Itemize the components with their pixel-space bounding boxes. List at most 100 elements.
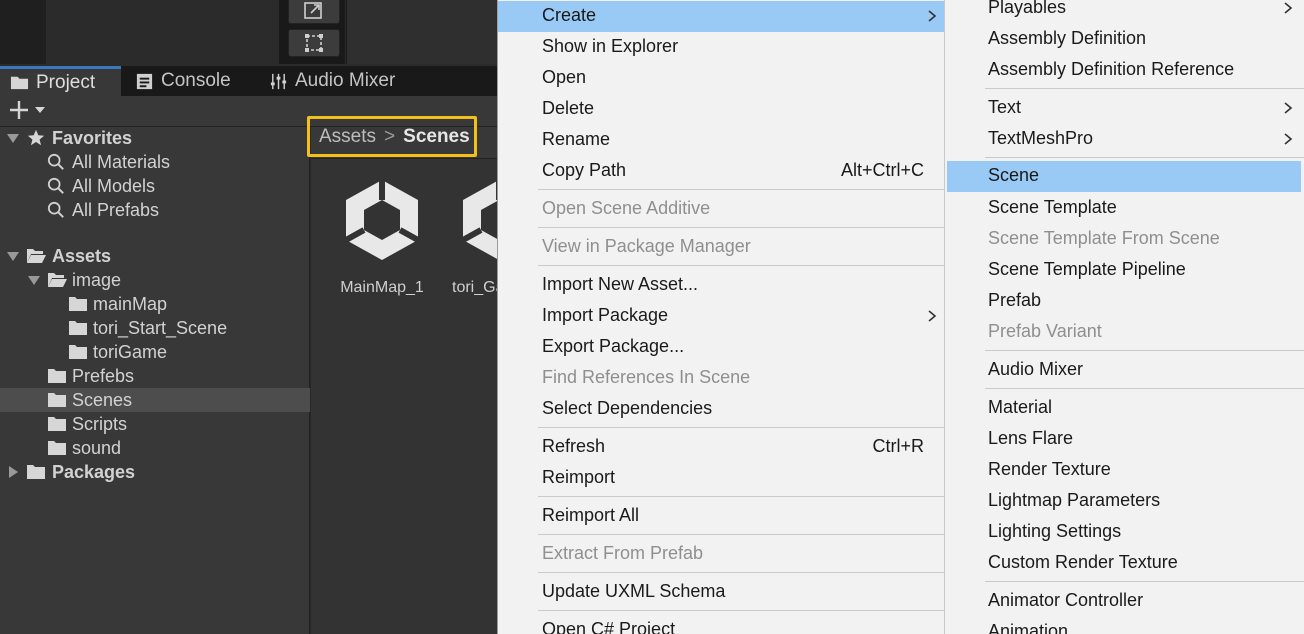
- menu-item-import-package[interactable]: Import Package: [498, 301, 944, 332]
- menu-item-label: Material: [988, 397, 1053, 417]
- scene-view-viewport: [346, 0, 497, 64]
- submenu-item-scene-template[interactable]: Scene Template: [945, 193, 1304, 224]
- open-folder-icon: [48, 273, 67, 287]
- menu-item-create[interactable]: Create: [498, 1, 944, 32]
- asset-tile[interactable]: MainMap_1: [332, 178, 432, 297]
- asset-tile[interactable]: tori_Ga: [443, 178, 497, 297]
- menu-item-import-new-asset[interactable]: Import New Asset...: [498, 270, 944, 301]
- submenu-item-playables[interactable]: Playables: [945, 0, 1304, 24]
- submenu-item-material[interactable]: Material: [945, 393, 1304, 424]
- menu-item-label: Assembly Definition: [988, 28, 1147, 48]
- scene-view-left-panel: [0, 0, 46, 64]
- submenu-item-animator-controller[interactable]: Animator Controller: [945, 586, 1304, 617]
- menu-separator: [538, 572, 944, 573]
- submenu-item-textmeshpro[interactable]: TextMeshPro: [945, 124, 1304, 155]
- context-menu: Create Show in Explorer Open Delete Rena…: [497, 0, 944, 634]
- tree-item-label: toriGame: [93, 341, 168, 362]
- menu-item-open-csharp-project[interactable]: Open C# Project: [498, 615, 944, 634]
- submenu-item-animation[interactable]: Animation: [945, 617, 1304, 634]
- submenu-item-assembly-definition-reference[interactable]: Assembly Definition Reference: [945, 55, 1304, 86]
- tree-item-favorites[interactable]: Favorites: [0, 126, 310, 150]
- menu-item-reimport-all[interactable]: Reimport All: [498, 501, 944, 532]
- transform-tool-button[interactable]: [288, 29, 340, 57]
- menu-separator: [985, 388, 1304, 389]
- tree-item-sound[interactable]: sound: [0, 436, 310, 460]
- menu-separator: [985, 581, 1304, 582]
- menu-separator: [538, 265, 944, 266]
- menu-item-export-package[interactable]: Export Package...: [498, 332, 944, 363]
- folder-icon: [48, 369, 66, 383]
- menu-separator: [538, 189, 944, 190]
- tree-item-label: All Materials: [72, 151, 171, 172]
- tree-item-assets[interactable]: Assets: [0, 244, 310, 268]
- folder-icon: [27, 465, 45, 479]
- chevron-right-icon: [1284, 2, 1293, 14]
- breadcrumb-current[interactable]: Scenes: [403, 126, 470, 148]
- submenu-item-audio-mixer[interactable]: Audio Mixer: [945, 355, 1304, 386]
- menu-item-open-scene-additive: Open Scene Additive: [498, 194, 944, 225]
- tree-item-all-materials[interactable]: All Materials: [0, 150, 310, 174]
- collapse-arrow-icon[interactable]: [6, 465, 20, 479]
- menu-separator: [538, 227, 944, 228]
- submenu-item-assembly-definition[interactable]: Assembly Definition: [945, 24, 1304, 55]
- menu-item-select-dependencies[interactable]: Select Dependencies: [498, 394, 944, 425]
- breadcrumb-root[interactable]: Assets: [319, 126, 376, 148]
- tree-item-image[interactable]: image: [0, 268, 310, 292]
- menu-item-reimport[interactable]: Reimport: [498, 463, 944, 494]
- tab-audio-mixer[interactable]: Audio Mixer: [269, 66, 395, 96]
- tab-console-label: Console: [161, 70, 231, 91]
- add-asset-button[interactable]: [8, 99, 46, 121]
- tree-item-label: Scenes: [72, 389, 133, 410]
- menu-item-label: Scene Template: [988, 197, 1117, 217]
- rect-tool-button[interactable]: [288, 0, 340, 24]
- tree-item-label: image: [72, 269, 122, 290]
- menu-item-label: Text: [988, 97, 1022, 117]
- menu-item-delete[interactable]: Delete: [498, 94, 944, 125]
- submenu-item-custom-render-texture[interactable]: Custom Render Texture: [945, 548, 1304, 579]
- breadcrumb-separator: >: [384, 125, 396, 147]
- menu-item-shortcut: Alt+Ctrl+C: [840, 160, 924, 180]
- folder-icon: [48, 441, 66, 455]
- tab-console[interactable]: Console: [135, 66, 231, 96]
- menu-item-show-in-explorer[interactable]: Show in Explorer: [498, 32, 944, 63]
- tree-item-torigame[interactable]: toriGame: [0, 340, 310, 364]
- tree-item-scripts[interactable]: Scripts: [0, 412, 310, 436]
- menu-item-rename[interactable]: Rename: [498, 125, 944, 156]
- menu-item-open[interactable]: Open: [498, 63, 944, 94]
- submenu-item-lens-flare[interactable]: Lens Flare: [945, 424, 1304, 455]
- tree-item-label: Prefebs: [72, 365, 135, 386]
- tree-item-tori-start-scene[interactable]: tori_Start_Scene: [0, 316, 310, 340]
- submenu-item-lighting-settings[interactable]: Lighting Settings: [945, 517, 1304, 548]
- menu-item-label: Open C# Project: [542, 619, 676, 634]
- submenu-item-render-texture[interactable]: Render Texture: [945, 455, 1304, 486]
- expand-arrow-icon[interactable]: [6, 249, 20, 263]
- submenu-item-scene-template-pipeline[interactable]: Scene Template Pipeline: [945, 255, 1304, 286]
- submenu-item-prefab[interactable]: Prefab: [945, 286, 1304, 317]
- expand-arrow-icon[interactable]: [27, 273, 41, 287]
- tree-item-label: sound: [72, 437, 122, 458]
- expand-arrow-icon[interactable]: [6, 131, 20, 145]
- console-icon: [136, 73, 153, 89]
- tab-project[interactable]: Project: [0, 66, 121, 96]
- create-submenu: Playables Assembly Definition Assembly D…: [944, 0, 1304, 634]
- submenu-item-text[interactable]: Text: [945, 93, 1304, 124]
- tree-item-packages[interactable]: Packages: [0, 460, 310, 484]
- tree-item-prefebs[interactable]: Prefebs: [0, 364, 310, 388]
- unity-scene-icon: [461, 180, 497, 259]
- menu-item-label: Find References In Scene: [542, 367, 751, 387]
- menu-item-copy-path[interactable]: Copy Path Alt+Ctrl+C: [498, 156, 944, 187]
- menu-separator: [985, 157, 1304, 158]
- folder-icon: [69, 297, 87, 311]
- submenu-item-scene[interactable]: Scene: [947, 161, 1301, 192]
- menu-item-update-uxml-schema[interactable]: Update UXML Schema: [498, 577, 944, 608]
- tree-item-all-models[interactable]: All Models: [0, 174, 310, 198]
- submenu-item-lightmap-parameters[interactable]: Lightmap Parameters: [945, 486, 1304, 517]
- unity-scene-icon: [344, 180, 420, 260]
- menu-item-label: TextMeshPro: [988, 128, 1094, 148]
- tree-item-all-prefabs[interactable]: All Prefabs: [0, 198, 310, 222]
- tree-item-mainmap[interactable]: mainMap: [0, 292, 310, 316]
- menu-item-refresh[interactable]: Refresh Ctrl+R: [498, 432, 944, 463]
- tree-item-label: mainMap: [93, 293, 168, 314]
- tree-item-scenes[interactable]: Scenes: [0, 388, 310, 412]
- folder-icon: [48, 393, 66, 407]
